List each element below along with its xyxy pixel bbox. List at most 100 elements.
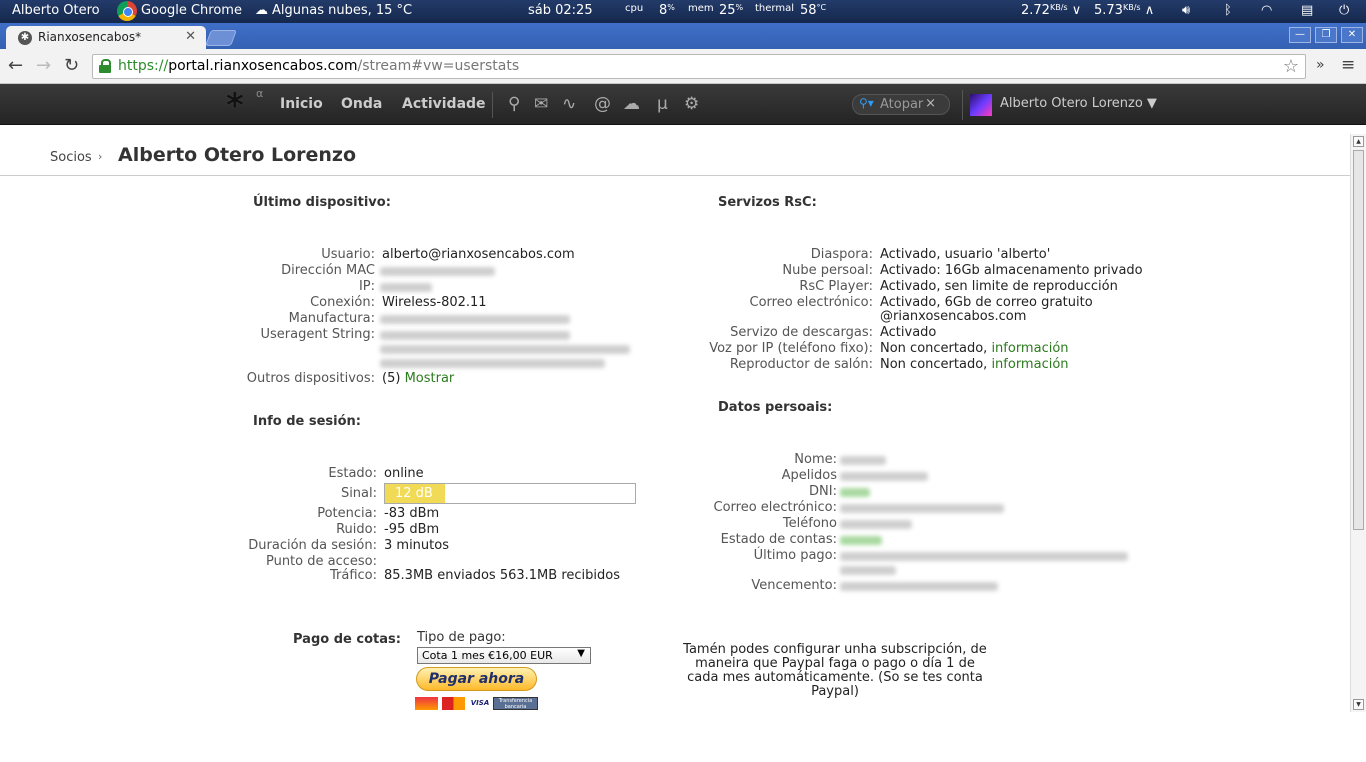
correo-service-domain: @rianxosencabos.com bbox=[880, 309, 1027, 324]
minimize-button[interactable]: — bbox=[1289, 27, 1311, 43]
download-speed: 2.72KB/s ∨ bbox=[1021, 3, 1082, 18]
sinal-label: Sinal: bbox=[340, 486, 377, 501]
header-divider bbox=[0, 175, 1350, 176]
settings-gear-icon[interactable]: ⚙ bbox=[684, 94, 699, 114]
search-input[interactable]: Atopar bbox=[880, 97, 923, 112]
mostrar-link[interactable]: Mostrar bbox=[405, 371, 455, 386]
mail-icon[interactable]: ✉ bbox=[534, 94, 548, 114]
wifi-icon[interactable]: ◠ bbox=[1261, 3, 1272, 18]
voz-ip-value: Non concertado, información bbox=[880, 341, 1069, 356]
potencia-label: Potencia: bbox=[317, 506, 377, 521]
useragent-redacted-line-3 bbox=[380, 359, 605, 368]
pulse-icon[interactable]: ∿ bbox=[562, 94, 576, 114]
breadcrumb-separator-icon: › bbox=[98, 150, 103, 163]
user-menu-label: Alberto Otero Lorenzo ▼ bbox=[1000, 96, 1157, 111]
pay-now-button[interactable]: Pagar ahora bbox=[416, 667, 537, 691]
breadcrumb-socios[interactable]: Socios bbox=[50, 150, 92, 165]
url-text[interactable]: https://portal.rianxosencabos.com/stream… bbox=[118, 58, 519, 74]
nome-redacted bbox=[840, 456, 886, 465]
conexion-label: Conexión: bbox=[310, 295, 375, 310]
nav-actividade[interactable]: Actividade bbox=[402, 96, 486, 112]
os-clock[interactable]: sáb 02:25 bbox=[528, 3, 593, 18]
os-weather[interactable]: Algunas nubes, 15 °C bbox=[272, 3, 412, 18]
estado-label: Estado: bbox=[328, 466, 377, 481]
apelidos-label: Apelidos bbox=[781, 468, 837, 483]
address-bar[interactable]: https://portal.rianxosencabos.com/stream… bbox=[92, 54, 1306, 79]
bluetooth-icon[interactable]: ᛒ bbox=[1224, 3, 1232, 18]
nube-label: Nube persoal: bbox=[782, 263, 873, 278]
scrollbar-thumb[interactable] bbox=[1353, 150, 1364, 530]
payment-label: Pago de cotas: bbox=[293, 632, 401, 647]
cloud-icon[interactable]: ☁ bbox=[623, 94, 640, 114]
session-section-title: Info de sesión: bbox=[253, 414, 361, 429]
mac-label: Dirección MAC bbox=[281, 263, 375, 278]
search-icon: ⚲▾ bbox=[859, 96, 874, 110]
at-icon[interactable]: @ bbox=[594, 94, 611, 114]
salon-label: Reproductor de salón: bbox=[729, 357, 873, 372]
weather-icon: ☁ bbox=[255, 3, 268, 18]
bookmark-star-icon[interactable]: ☆ bbox=[1283, 56, 1299, 77]
browser-tab[interactable]: ✱ Rianxosencabos* ✕ bbox=[6, 26, 206, 49]
thermal-label: thermal bbox=[755, 3, 794, 14]
correo-service-label: Correo electrónico: bbox=[749, 295, 874, 310]
nav-onda[interactable]: Onda bbox=[341, 96, 382, 112]
os-active-app[interactable]: Google Chrome bbox=[141, 3, 242, 18]
scroll-up-icon[interactable]: ▲ bbox=[1353, 136, 1364, 147]
manufactura-label: Manufactura: bbox=[288, 311, 375, 326]
correo-personal-label: Correo electrónico: bbox=[713, 500, 838, 515]
os-top-panel: Alberto Otero Google Chrome ☁ Algunas nu… bbox=[0, 0, 1366, 23]
dni-redacted bbox=[840, 488, 870, 497]
site-logo[interactable]: * bbox=[226, 89, 244, 123]
clipboard-icon[interactable]: ▤ bbox=[1301, 3, 1313, 18]
volume-icon[interactable]: 🔊︎ bbox=[1182, 3, 1190, 18]
apelidos-redacted bbox=[840, 472, 928, 481]
tab-close-icon[interactable]: ✕ bbox=[185, 29, 196, 44]
correo-personal-redacted bbox=[840, 504, 1004, 513]
search-box[interactable]: ⚲▾ Atopar × bbox=[852, 94, 950, 115]
nav-inicio[interactable]: Inicio bbox=[280, 96, 323, 112]
user-menu[interactable]: Alberto Otero Lorenzo ▼ bbox=[962, 90, 1162, 120]
payment-type-selected: Cota 1 mes €16,00 EUR bbox=[422, 649, 553, 662]
satellite-icon[interactable]: ⚲ bbox=[508, 94, 520, 114]
vencemento-label: Vencemento: bbox=[751, 578, 837, 593]
trafico-value: 85.3MB enviados 563.1MB recibidos bbox=[384, 568, 620, 583]
potencia-value: -83 dBm bbox=[384, 506, 440, 521]
voz-ip-label: Voz por IP (teléfono fixo): bbox=[709, 341, 873, 356]
card-visa-icon: VISA bbox=[470, 699, 490, 707]
payment-type-select[interactable]: Cota 1 mes €16,00 EUR ▼ bbox=[417, 647, 591, 664]
usuario-value: alberto@rianxosencabos.com bbox=[382, 247, 575, 262]
clear-search-icon[interactable]: × bbox=[925, 96, 936, 111]
salon-info-link[interactable]: información bbox=[991, 357, 1068, 372]
usuario-label: Usuario: bbox=[321, 247, 375, 262]
diaspora-label: Diaspora: bbox=[810, 247, 873, 262]
ip-label: IP: bbox=[358, 279, 375, 294]
conexion-value: Wireless-802.11 bbox=[382, 295, 487, 310]
restore-button[interactable]: ❐ bbox=[1315, 27, 1337, 43]
correo-service-value: Activado, 6Gb de correo gratuito bbox=[880, 295, 1093, 310]
close-window-button[interactable]: ✕ bbox=[1341, 27, 1363, 43]
useragent-label: Useragent String: bbox=[260, 327, 376, 342]
menu-icon[interactable]: ≡ bbox=[1341, 55, 1355, 75]
contas-redacted bbox=[840, 536, 882, 545]
secure-lock-icon bbox=[99, 59, 111, 73]
page-scrollbar[interactable]: ▲ ▼ bbox=[1350, 134, 1366, 712]
useragent-redacted-line-2 bbox=[380, 345, 630, 354]
subscription-note: Tamén podes configurar unha subscripción… bbox=[683, 642, 987, 699]
extensions-overflow-icon[interactable]: » bbox=[1316, 57, 1325, 73]
back-button[interactable]: ← bbox=[8, 55, 23, 76]
reload-button[interactable]: ↻ bbox=[64, 55, 79, 76]
upload-arrow-icon: ∧ bbox=[1144, 3, 1155, 18]
mem-label: mem bbox=[688, 3, 714, 14]
scroll-down-icon[interactable]: ▼ bbox=[1353, 699, 1364, 710]
contas-label: Estado de contas: bbox=[720, 532, 837, 547]
thermal-value: 58°C bbox=[800, 3, 827, 18]
card-mastercard-icon bbox=[442, 697, 465, 710]
services-section-title: Servizos RsC: bbox=[718, 195, 817, 210]
new-tab-button[interactable] bbox=[205, 30, 237, 46]
os-user-menu[interactable]: Alberto Otero bbox=[12, 3, 100, 18]
voz-info-link[interactable]: información bbox=[991, 341, 1068, 356]
forward-button[interactable]: → bbox=[36, 55, 51, 76]
power-icon[interactable]: ⏻ bbox=[1339, 3, 1349, 18]
payment-type-label: Tipo de pago: bbox=[417, 630, 506, 645]
torrent-mu-icon[interactable]: µ bbox=[657, 94, 668, 114]
